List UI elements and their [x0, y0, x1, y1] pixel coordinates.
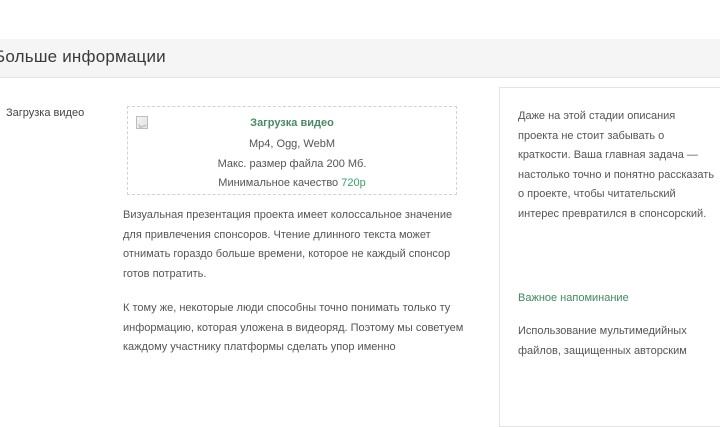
upload-title-link[interactable]: Загрузка видео: [128, 117, 456, 129]
section-header: Больше информации: [0, 39, 720, 78]
description-paragraph-1: Визуальная презентация проекта имеет кол…: [123, 209, 453, 280]
upload-min-quality: Минимальное качество 720p: [128, 177, 456, 189]
description-paragraph-2: К тому же, некоторые люди способны точно…: [123, 302, 464, 353]
video-upload-label: Загрузка видео: [6, 107, 85, 119]
sidebar-intro-text: Даже на этой стадии описания проекта не …: [518, 110, 715, 220]
upload-quality-value: 720p: [341, 177, 366, 189]
sidebar-reminder-heading: Важное напоминание: [518, 292, 629, 304]
tips-sidebar: Даже на этой стадии описания проекта не …: [499, 87, 720, 427]
sidebar-reminder-text: Использование мультимедийных файлов, защ…: [518, 325, 687, 357]
section-title: Больше информации: [0, 47, 166, 66]
upload-quality-prefix: Минимальное качество: [218, 177, 342, 189]
upload-max-size: Макс. размер файла 200 Мб.: [217, 158, 367, 170]
upload-formats: Mp4, Ogg, WebM: [249, 138, 335, 150]
video-upload-dropzone[interactable]: Загрузка видео Mp4, Ogg, WebM Макс. разм…: [127, 106, 457, 195]
